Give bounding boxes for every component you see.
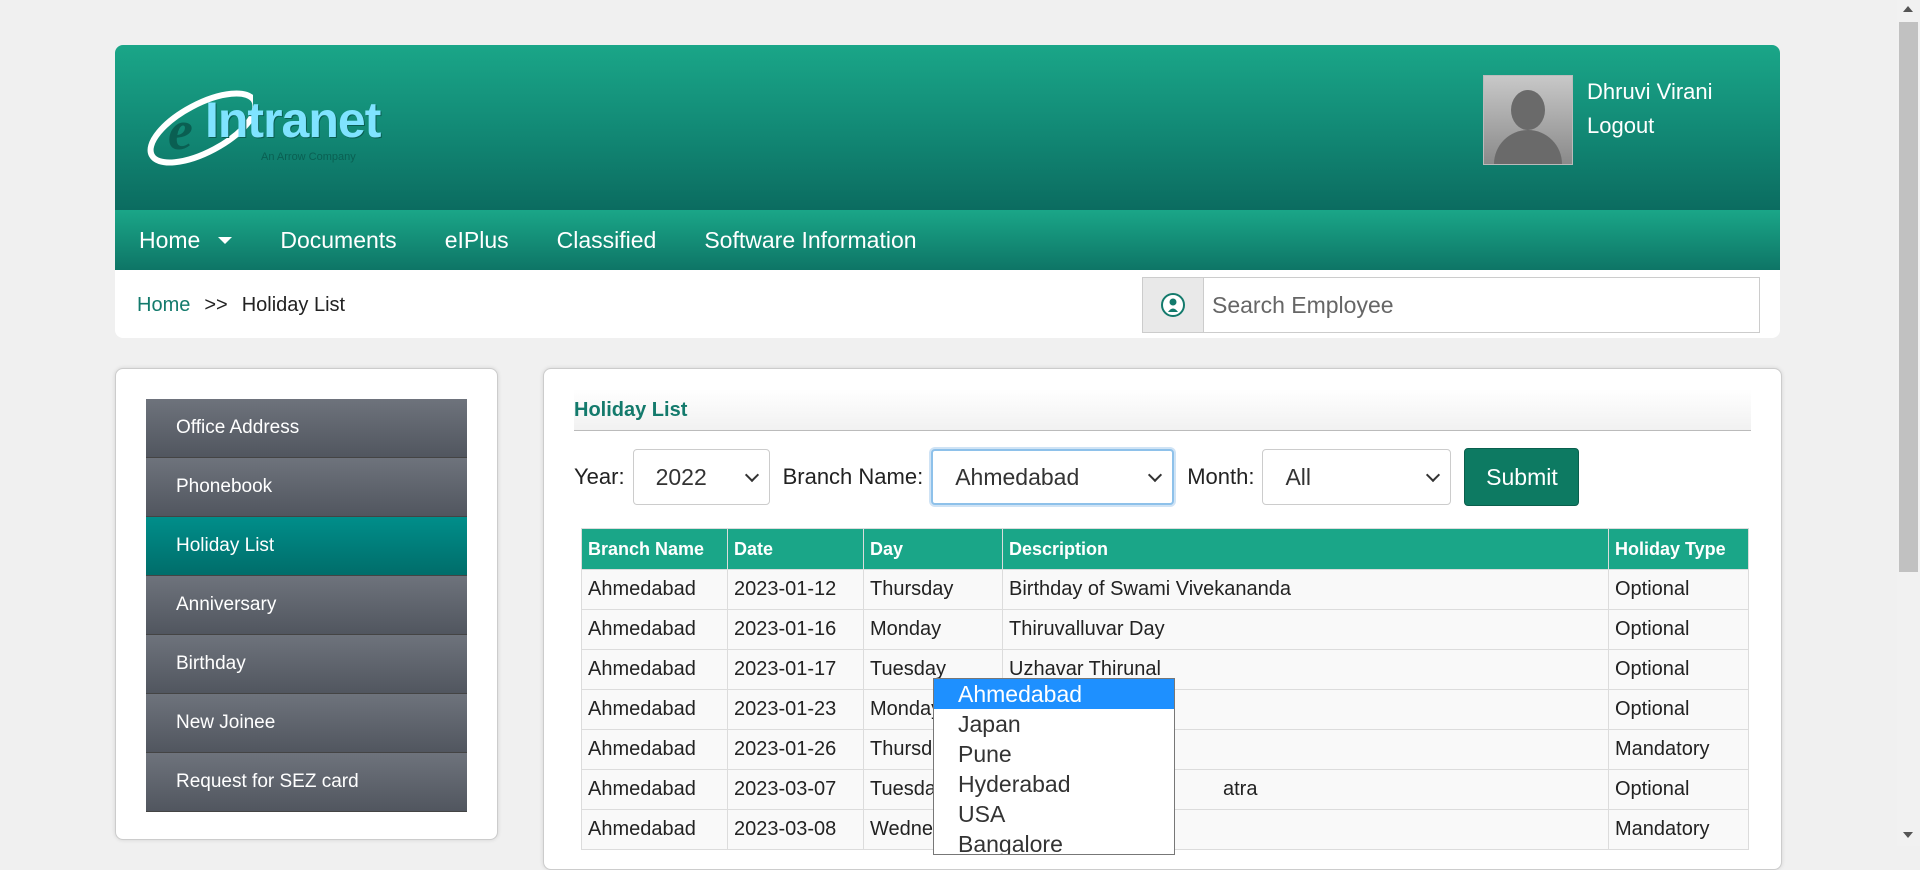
nav-item-home[interactable]: Home [115,227,256,254]
scroll-down-arrow-icon[interactable] [1903,832,1913,838]
column-header-description[interactable]: Description [1002,528,1609,570]
nav-item-software-information[interactable]: Software Information [680,227,940,254]
branch-option-ahmedabad[interactable]: Ahmedabad [934,679,1174,709]
nav-item-documents[interactable]: Documents [256,227,420,254]
branch-option-bangalore[interactable]: Bangalore [934,829,1174,854]
branch-select[interactable]: Ahmedabad [931,449,1175,505]
cell-branch: Ahmedabad [581,569,728,610]
cell-branch: Ahmedabad [581,609,728,650]
cell-day: Monday [863,609,1003,650]
eintranet-logo[interactable]: e Intranet An Arrow Company [143,73,403,173]
nav-item-label: Documents [280,226,397,253]
cell-holiday-type: Mandatory [1608,809,1749,850]
cell-holiday-type: Optional [1608,689,1749,730]
breadcrumb: Home >> Holiday List [137,294,345,317]
submit-button[interactable]: Submit [1464,448,1580,506]
logout-link[interactable]: Logout [1587,113,1654,139]
user-name: Dhruvi Virani [1587,79,1713,104]
cell-holiday-type: Optional [1608,769,1749,810]
column-header-day[interactable]: Day [863,528,1003,570]
caret-down-icon [218,236,233,244]
nav-item-label: Home [139,226,201,253]
branch-option-pune[interactable]: Pune [934,739,1174,769]
year-label: Year: [574,464,625,489]
cell-date: 2023-01-23 [727,689,864,730]
nav-item-eiplus[interactable]: eIPlus [421,227,533,254]
sidebar-item-sez-card[interactable]: Request for SEZ card [146,753,467,812]
page-title: Holiday List [574,389,1751,431]
column-header-branch[interactable]: Branch Name [581,528,728,570]
branch-label: Branch Name: [782,464,924,489]
cell-branch: Ahmedabad [581,769,728,810]
sidebar-item-birthday[interactable]: Birthday [146,635,467,694]
branch-option-hyderabad[interactable]: Hyderabad [934,769,1174,799]
nav-item-label: Software Information [704,226,917,253]
scroll-up-arrow-icon[interactable] [1903,6,1913,12]
chevron-down-icon [1148,467,1163,482]
cell-date: 2023-01-16 [727,609,864,650]
cell-holiday-type: Mandatory [1608,729,1749,770]
main-nav: Home Documents eIPlus Classified Softwar… [115,210,1780,270]
sidebar-item-phonebook[interactable]: Phonebook [146,458,467,517]
breadcrumb-separator: >> [204,294,228,316]
user-icon [1161,293,1185,317]
cell-branch: Ahmedabad [581,809,728,850]
search-addon[interactable] [1143,278,1204,332]
branch-select-value: Ahmedabad [955,463,1080,490]
cell-holiday-type: Optional [1608,609,1749,650]
breadcrumb-bar: Home >> Holiday List [115,270,1780,338]
logo-tagline: An Arrow Company [261,151,356,163]
sidebar-menu: Office Address Phonebook Holiday List An… [146,399,467,812]
avatar[interactable] [1483,75,1573,165]
cell-branch: Ahmedabad [581,729,728,770]
year-select-value: 2022 [655,463,707,490]
cell-date: 2023-01-17 [727,649,864,690]
chevron-down-icon [1426,467,1441,482]
table-row: Ahmedabad 2023-01-16 Monday Thiruvalluva… [581,609,1749,650]
sidebar-item-new-joinee[interactable]: New Joinee [146,694,467,753]
cell-day: Thursday [863,569,1003,610]
cell-description: Thiruvalluvar Day [1002,609,1609,650]
filter-bar: Year: 2022 Branch Name: Ahmedabad Month:… [574,448,1580,506]
column-header-date[interactable]: Date [727,528,864,570]
branch-option-usa[interactable]: USA [934,799,1174,829]
cell-date: 2023-03-07 [727,769,864,810]
column-header-holiday-type[interactable]: Holiday Type [1608,528,1749,570]
page-scrollbar[interactable] [1897,0,1920,846]
cell-date: 2023-01-12 [727,569,864,610]
breadcrumb-home-link[interactable]: Home [137,294,190,317]
table-row: Ahmedabad 2023-01-12 Thursday Birthday o… [581,569,1749,610]
cell-branch: Ahmedabad [581,649,728,690]
cell-date: 2023-01-26 [727,729,864,770]
breadcrumb-current: Holiday List [241,294,346,316]
chevron-down-icon [744,467,759,482]
nav-item-classified[interactable]: Classified [533,227,681,254]
cell-holiday-type: Optional [1608,649,1749,690]
table-header-row: Branch Name Date Day Description Holiday… [581,528,1749,570]
sidebar: Office Address Phonebook Holiday List An… [115,368,498,840]
year-select[interactable]: 2022 [632,449,770,505]
sidebar-item-holiday-list[interactable]: Holiday List [146,517,467,576]
nav-item-label: Classified [556,226,657,253]
month-select-value: All [1285,463,1312,490]
branch-dropdown-list: Ahmedabad Japan Pune Hyderabad USA Banga… [933,678,1175,855]
avatar-shoulders-icon [1494,130,1562,164]
month-label: Month: [1187,464,1255,489]
sidebar-item-anniversary[interactable]: Anniversary [146,576,467,635]
branch-option-japan[interactable]: Japan [934,709,1174,739]
logo-e: e [168,100,193,162]
cell-date: 2023-03-08 [727,809,864,850]
employee-search [1142,277,1760,333]
cell-branch: Ahmedabad [581,689,728,730]
scrollbar-thumb[interactable] [1899,22,1918,572]
month-select[interactable]: All [1262,449,1452,505]
logo-text: Intranet [205,92,381,148]
search-input[interactable] [1204,278,1759,332]
site-header: e Intranet An Arrow Company Dhruvi Viran… [115,45,1780,210]
sidebar-item-office-address[interactable]: Office Address [146,399,467,458]
cell-holiday-type: Optional [1608,569,1749,610]
nav-item-label: eIPlus [444,226,509,253]
avatar-head-icon [1511,90,1545,130]
cell-description: Birthday of Swami Vivekananda [1002,569,1609,610]
